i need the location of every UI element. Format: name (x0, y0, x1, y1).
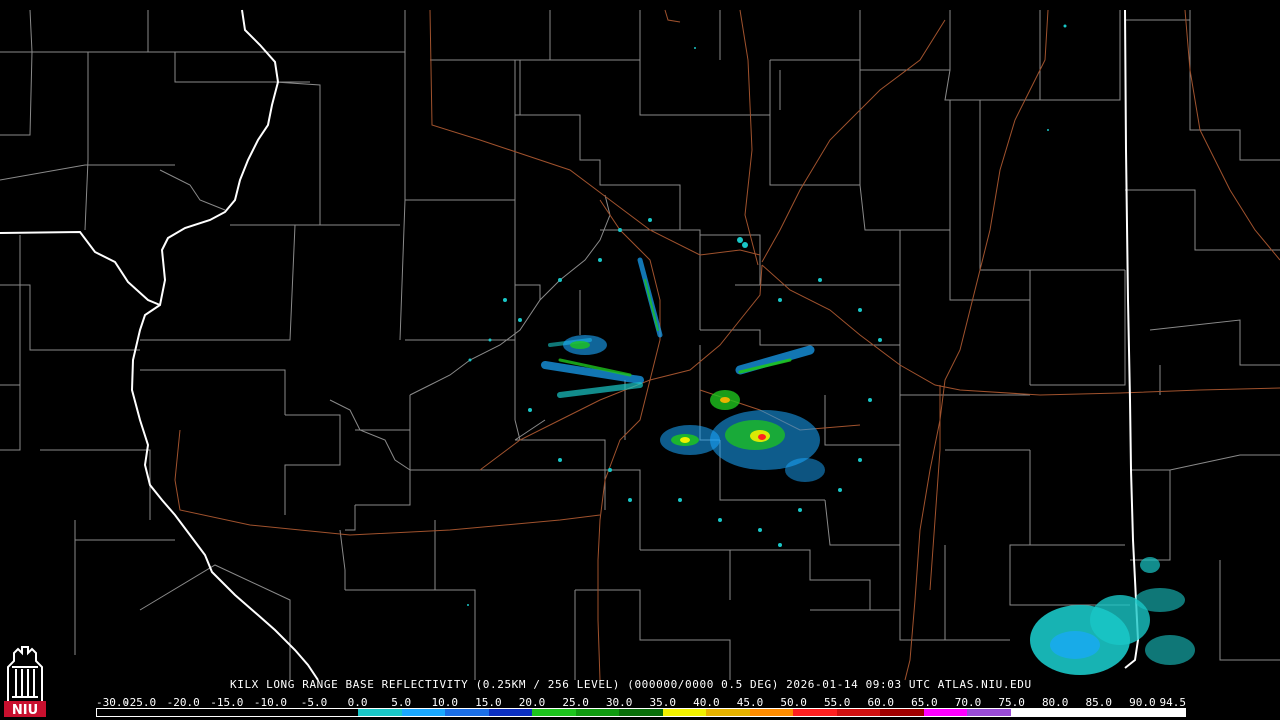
scale-swatch (880, 709, 924, 716)
niu-tower-logo: NIU (4, 646, 46, 717)
scale-swatch (967, 709, 1011, 716)
scale-swatch (140, 709, 185, 716)
echo-band-southeast (1030, 557, 1195, 675)
rivers (159, 169, 611, 471)
scale-swatch (1010, 709, 1055, 716)
product-caption: KILX LONG RANGE BASE REFLECTIVITY (0.25K… (230, 678, 1032, 691)
scale-swatch (97, 709, 141, 716)
scale-swatch (662, 709, 707, 716)
reflectivity-color-scale (96, 708, 1186, 717)
scale-swatch (358, 709, 402, 716)
scale-swatch (227, 709, 272, 716)
niu-logo-text: NIU (12, 703, 38, 717)
scale-swatch (445, 709, 489, 716)
reflectivity-scale-labels: -30.0 -25.0 -20.0 -15.0 -10.0 -5.0 0.0 5.0 10.0 1… (96, 696, 1186, 709)
scale-swatch (575, 709, 620, 716)
radar-echoes (467, 24, 1195, 675)
scale-swatch (1097, 709, 1142, 716)
scale-swatch (532, 709, 576, 716)
scale-swatch (923, 709, 968, 716)
scale-swatch (401, 709, 446, 716)
highways (174, 9, 1280, 681)
scale-swatch (836, 709, 881, 716)
echo-cluster-northwest (563, 335, 607, 355)
scale-swatch (1141, 709, 1185, 716)
scale-swatch (271, 709, 315, 716)
radar-map (0, 9, 1280, 681)
scale-swatch (749, 709, 794, 716)
scale-swatch (314, 709, 359, 716)
scale-swatch (488, 709, 533, 716)
county-lines (0, 9, 1280, 680)
scale-swatch (1054, 709, 1098, 716)
scale-swatch (706, 709, 750, 716)
scale-swatch (793, 709, 837, 716)
echo-beams (541, 257, 815, 398)
echo-scatter (467, 24, 1067, 606)
scale-swatch (184, 709, 228, 716)
scale-swatch (619, 709, 663, 716)
